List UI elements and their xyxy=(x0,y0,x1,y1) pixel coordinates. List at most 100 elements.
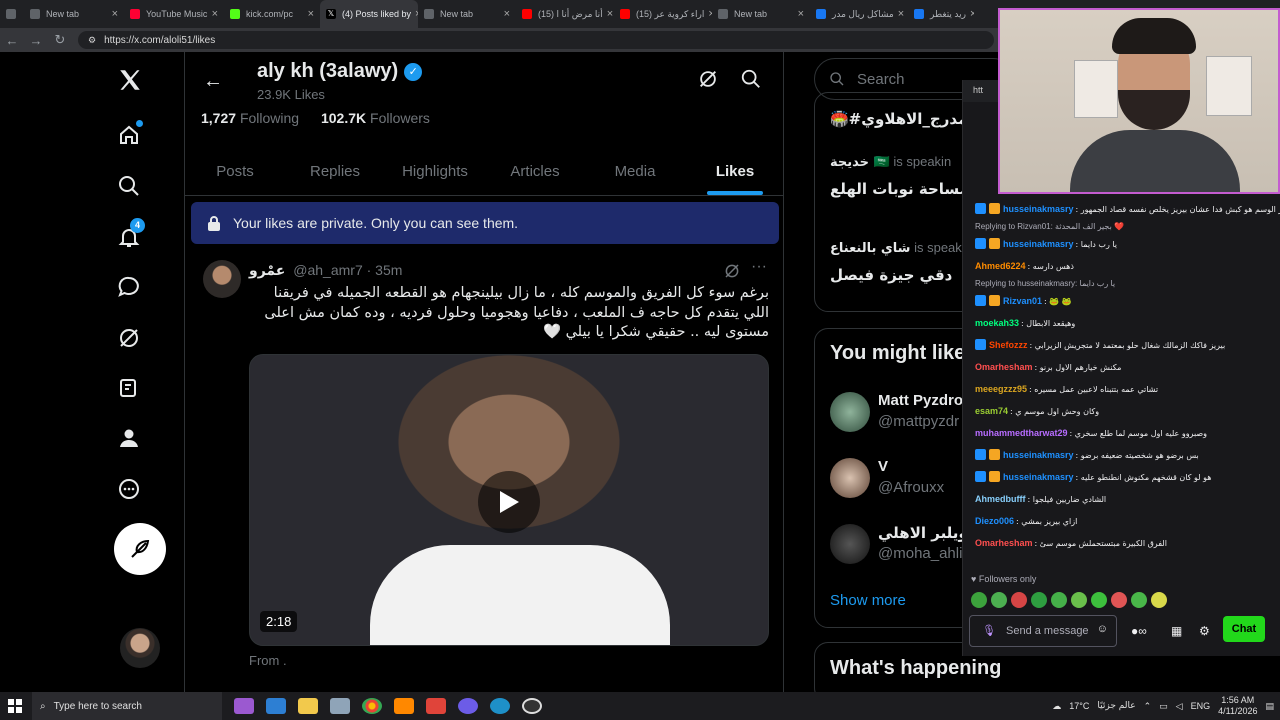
post-button[interactable] xyxy=(114,523,166,575)
chat-username[interactable]: husseinakmasry xyxy=(1003,472,1074,482)
mic-icon[interactable]: 🎙 xyxy=(982,624,996,637)
close-tab-icon[interactable]: × xyxy=(411,8,418,20)
emoji-icon[interactable]: ☺ xyxy=(1097,623,1108,635)
tab-likes[interactable]: Likes xyxy=(685,148,783,195)
browser-tab[interactable] xyxy=(0,0,24,28)
post-time[interactable]: · 35m xyxy=(367,262,403,278)
settings-icon[interactable]: ⚙ xyxy=(1199,624,1210,638)
messages-icon[interactable] xyxy=(116,274,142,300)
chat-username[interactable]: Omarhesham xyxy=(975,362,1033,372)
notepad-icon[interactable] xyxy=(330,698,350,714)
chat-username[interactable]: Shefozzz xyxy=(989,340,1028,350)
tray-expand-icon[interactable]: ⌃ xyxy=(1144,701,1152,712)
taskbar-search[interactable]: ⌕ Type here to search xyxy=(32,692,222,720)
post-more-icon[interactable]: ··· xyxy=(751,258,767,276)
grok-icon[interactable] xyxy=(116,325,142,351)
url-field[interactable]: ⚙ https://x.com/aloli51/likes xyxy=(78,31,994,49)
close-tab-icon[interactable]: × xyxy=(894,8,904,20)
store-icon[interactable]: ▦ xyxy=(1171,624,1182,638)
home-icon[interactable] xyxy=(116,120,143,148)
chat-username[interactable]: meeegzzz95 xyxy=(975,384,1027,394)
more-icon[interactable] xyxy=(116,476,142,502)
browser-tab[interactable]: YouTube Music × xyxy=(124,0,224,28)
chat-username[interactable]: moekah33 xyxy=(975,318,1019,328)
back-icon[interactable]: ← xyxy=(0,33,24,48)
language-indicator[interactable]: ENG xyxy=(1191,701,1211,711)
play-button[interactable] xyxy=(478,471,540,533)
browser-tab[interactable]: New tab × xyxy=(24,0,124,28)
reload-icon[interactable]: ↻ xyxy=(48,32,72,48)
chat-username[interactable]: Ahmedbufff xyxy=(975,494,1026,504)
chat-username[interactable]: esam74 xyxy=(975,406,1008,416)
tab-replies[interactable]: Replies xyxy=(285,148,385,195)
discord-icon[interactable] xyxy=(458,698,478,714)
back-arrow-icon[interactable]: ← xyxy=(203,70,223,93)
chrome-icon[interactable] xyxy=(362,698,382,714)
chat-username[interactable]: husseinakmasry xyxy=(1003,204,1074,214)
bits-icon[interactable]: ●∞ xyxy=(1131,624,1147,638)
edge-icon[interactable] xyxy=(490,698,510,714)
profile-icon[interactable] xyxy=(116,425,142,451)
browser-tab[interactable]: New tab × xyxy=(418,0,516,28)
post-author-handle[interactable]: @ah_amr7 xyxy=(293,262,362,278)
post-author-avatar[interactable] xyxy=(203,260,241,298)
lists-icon[interactable] xyxy=(116,375,142,401)
explore-icon[interactable] xyxy=(116,173,142,199)
emote-icon[interactable] xyxy=(971,592,987,608)
tab-articles[interactable]: Articles xyxy=(485,148,585,195)
close-tab-icon[interactable]: × xyxy=(603,8,613,20)
chat-username[interactable]: husseinakmasry xyxy=(1003,450,1074,460)
browser-tab[interactable]: ريد يتغطر × xyxy=(908,0,974,28)
close-tab-icon[interactable]: × xyxy=(794,8,804,20)
space-title[interactable]: المدرج_الاهلاوي#🏟️ xyxy=(830,110,979,128)
chat-username[interactable]: Omarhesham xyxy=(975,538,1033,548)
grok-analyze-icon[interactable] xyxy=(697,68,719,90)
obs-icon[interactable] xyxy=(522,698,542,714)
photoshop-icon[interactable] xyxy=(266,698,286,714)
liked-post[interactable]: عمْرو @ah_amr7 · 35m ··· برغم سوء كل الف… xyxy=(185,250,783,690)
close-tab-icon[interactable]: × xyxy=(966,8,974,20)
vlc-icon[interactable] xyxy=(394,698,414,714)
emote-icon[interactable] xyxy=(1131,592,1147,608)
chat-username[interactable]: husseinakmasry xyxy=(1003,239,1074,249)
chat-username[interactable]: muhammedtharwat29 xyxy=(975,428,1068,438)
premiere-icon[interactable] xyxy=(234,698,254,714)
emote-icon[interactable] xyxy=(1151,592,1167,608)
notifications-icon[interactable]: 4 xyxy=(116,218,145,250)
chat-message-input[interactable]: 🎙 Send a message ☺ xyxy=(969,615,1117,647)
volume-icon[interactable]: ◁ xyxy=(1176,701,1183,712)
search-icon[interactable] xyxy=(740,68,762,90)
account-avatar[interactable] xyxy=(120,628,160,668)
browser-tab[interactable]: (15) اراء كروية عر × xyxy=(614,0,712,28)
clock[interactable]: 1:56 AM 4/11/2026 xyxy=(1218,695,1257,717)
forward-icon[interactable]: → xyxy=(24,33,48,48)
close-tab-icon[interactable]: × xyxy=(108,8,118,20)
browser-tab[interactable]: مشاكل ريال مدر × xyxy=(810,0,908,28)
chat-send-button[interactable]: Chat xyxy=(1223,616,1265,642)
browser-tab[interactable]: New tab × xyxy=(712,0,810,28)
browser-tab[interactable]: kick.com/pc × xyxy=(224,0,320,28)
site-info-icon[interactable]: ⚙ xyxy=(88,35,96,46)
browser-tab[interactable]: (15) أنا مرض أنا ا × xyxy=(516,0,614,28)
weather-icon[interactable]: ☁ xyxy=(1052,701,1061,712)
emote-icon[interactable] xyxy=(1051,592,1067,608)
file-explorer-icon[interactable] xyxy=(298,698,318,714)
grok-post-icon[interactable] xyxy=(723,262,741,285)
emote-icon[interactable] xyxy=(1091,592,1107,608)
brave-icon[interactable] xyxy=(426,698,446,714)
tab-posts[interactable]: Posts xyxy=(185,148,285,195)
tab-media[interactable]: Media xyxy=(585,148,685,195)
post-author-name[interactable]: عمْرو xyxy=(249,262,285,278)
emote-icon[interactable] xyxy=(991,592,1007,608)
x-logo-icon[interactable] xyxy=(116,66,144,94)
tab-highlights[interactable]: Highlights xyxy=(385,148,485,195)
show-more-link[interactable]: Show more xyxy=(830,592,906,609)
close-tab-icon[interactable]: × xyxy=(500,8,510,20)
browser-tab[interactable]: 𝕏 (4) Posts liked by× xyxy=(320,0,418,28)
followers-link[interactable]: 102.7K Followers xyxy=(321,110,430,126)
windows-start-button[interactable] xyxy=(0,692,30,720)
space-title[interactable]: مساحة نوبات الهلع xyxy=(830,180,969,198)
chat-username[interactable]: Diezo006 xyxy=(975,516,1014,526)
network-icon[interactable]: ▭ xyxy=(1159,701,1168,712)
following-link[interactable]: 1,727 Following xyxy=(201,110,299,126)
